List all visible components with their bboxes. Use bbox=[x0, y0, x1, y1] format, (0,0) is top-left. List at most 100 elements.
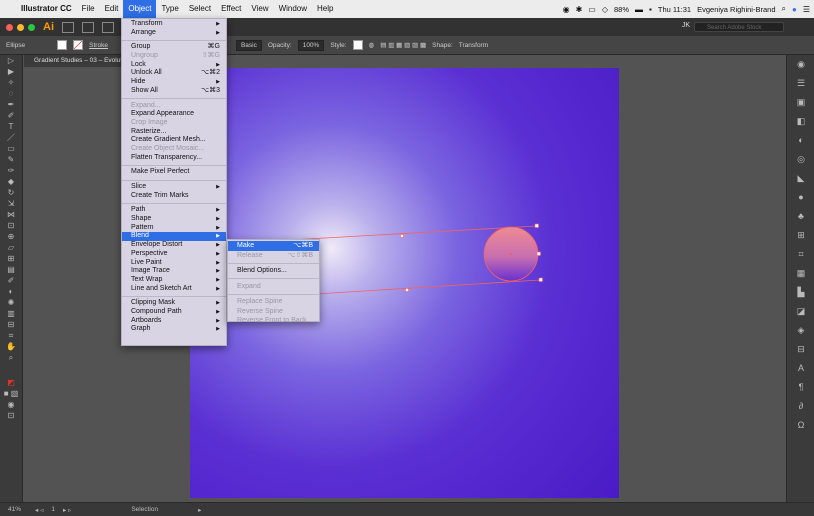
object-menu-item-graph[interactable]: Graph ▶ bbox=[122, 325, 226, 334]
submenu-arrow-icon: ▶ bbox=[216, 242, 220, 249]
menu-item-label: Transform bbox=[131, 20, 163, 27]
menu-item-label: Make Pixel Perfect bbox=[131, 168, 190, 176]
menu-item-label: Rasterize... bbox=[131, 127, 167, 135]
bounding-box-handle[interactable] bbox=[538, 277, 543, 282]
object-menu-item-clipping-mask[interactable]: Clipping Mask ▶ bbox=[122, 299, 226, 308]
menu-item-label: Create Object Mosaic... bbox=[131, 144, 205, 152]
object-menu-item-create-trim-marks[interactable]: Create Trim Marks bbox=[122, 192, 226, 201]
object-menu-item-perspective[interactable]: Perspective ▶ bbox=[122, 250, 226, 259]
menu-item-label: Expand... bbox=[131, 101, 161, 109]
submenu-arrow-icon: ▶ bbox=[216, 207, 220, 214]
menu-item-label: Create Gradient Mesh... bbox=[131, 136, 206, 144]
object-menu: Transform ▶ Arrange ▶ Group ⌘G Ungroup ⇧⌘G Lock ▶… bbox=[121, 18, 227, 346]
menu-separator bbox=[228, 262, 319, 264]
menu-item-shortcut: ⌥⌘2 bbox=[201, 69, 220, 77]
submenu-arrow-icon: ▶ bbox=[216, 184, 220, 190]
blend-menu-item-replace-spine: Replace Spine bbox=[228, 297, 319, 307]
menu-separator bbox=[228, 278, 319, 279]
menu-item-label: Path bbox=[131, 206, 146, 214]
menu-item-shortcut: ⌥⌘3 bbox=[201, 86, 220, 94]
object-menu-item-make-pixel-perfect[interactable]: Make Pixel Perfect bbox=[122, 168, 226, 177]
status-bar: 41% ◂ ◃ 1 ▸ ▹ Selection ▸ bbox=[0, 502, 814, 516]
menu-item-label: Ungroup bbox=[131, 52, 158, 60]
menu-separator bbox=[122, 164, 226, 166]
object-menu-item-flatten-transparency[interactable]: Flatten Transparency... bbox=[122, 154, 226, 163]
menu-item-shortcut: ⌥⌘B bbox=[293, 242, 313, 249]
anchor-point[interactable] bbox=[399, 233, 405, 239]
object-menu-item-blend[interactable]: Blend ▶ bbox=[122, 232, 226, 242]
menu-item-label: Compound Path bbox=[131, 307, 182, 315]
menu-item-label: Artboards bbox=[131, 316, 162, 324]
blend-submenu: Make ⌥⌘B Release ⌥⇧⌘B Blend Options... Expand… bbox=[227, 239, 320, 324]
object-menu-item-create-object-mosaic: Create Object Mosaic... bbox=[122, 145, 226, 154]
object-menu-item-artboards[interactable]: Artboards ▶ bbox=[122, 317, 226, 326]
object-menu-item-envelope-distort[interactable]: Envelope Distort ▶ bbox=[122, 241, 226, 250]
object-menu-item-crop-image: Crop Image bbox=[122, 119, 226, 128]
object-menu-item-group[interactable]: Group ⌘G bbox=[122, 43, 226, 52]
menu-item-label: Reverse Front to Back bbox=[237, 317, 307, 324]
bounding-box-handle[interactable] bbox=[536, 251, 541, 256]
menu-item-label: Make bbox=[237, 242, 255, 249]
submenu-arrow-icon: ▶ bbox=[216, 285, 220, 292]
menu-item-label: Group bbox=[131, 43, 151, 51]
menu-item-label: Line and Sketch Art bbox=[131, 284, 192, 292]
object-menu-item-slice[interactable]: Slice ▶ bbox=[122, 183, 226, 192]
menu-item-shortcut: ⌘G bbox=[207, 43, 220, 51]
submenu-arrow-icon: ▶ bbox=[216, 250, 220, 257]
artboard-navigator-icon[interactable]: ◂ ◃ bbox=[35, 506, 43, 514]
object-menu-item-image-trace[interactable]: Image Trace ▶ bbox=[122, 267, 226, 276]
menu-item-label: Replace Spine bbox=[237, 298, 283, 305]
menu-item-label: Flatten Transparency... bbox=[131, 153, 203, 161]
object-menu-item-live-paint[interactable]: Live Paint ▶ bbox=[122, 259, 226, 268]
object-menu-item-arrange[interactable]: Arrange ▶ bbox=[122, 29, 226, 38]
menu-item-label: Pattern bbox=[131, 223, 154, 231]
menu-item-label: Live Paint bbox=[131, 258, 162, 266]
status-menu-icon[interactable]: ▸ bbox=[198, 506, 201, 514]
blend-menu-item-make[interactable]: Make ⌥⌘B bbox=[228, 241, 319, 251]
menu-item-label: Envelope Distort bbox=[131, 241, 183, 249]
submenu-arrow-icon: ▶ bbox=[216, 216, 220, 223]
menu-separator bbox=[228, 293, 319, 295]
menu-item-label: Arrange bbox=[131, 28, 156, 36]
menu-item-label: Shape bbox=[131, 215, 152, 223]
submenu-arrow-icon: ▶ bbox=[216, 224, 220, 231]
artboard-next-icon[interactable]: ▸ ▹ bbox=[63, 506, 71, 514]
object-menu-item-hide[interactable]: Hide ▶ bbox=[122, 78, 226, 87]
object-menu-item-rasterize[interactable]: Rasterize... bbox=[122, 128, 226, 137]
bounding-box-handle[interactable] bbox=[534, 223, 539, 228]
current-tool-status[interactable]: Selection bbox=[131, 506, 158, 513]
blend-menu-item-expand: Expand bbox=[228, 282, 319, 292]
object-menu-item-expand-appearance[interactable]: Expand Appearance bbox=[122, 110, 226, 119]
menu-separator bbox=[122, 295, 226, 297]
submenu-arrow-icon: ▶ bbox=[216, 308, 220, 315]
object-menu-item-unlock-all[interactable]: Unlock All ⌥⌘2 bbox=[122, 69, 226, 78]
object-menu-item-compound-path[interactable]: Compound Path ▶ bbox=[122, 308, 226, 317]
submenu-arrow-icon: ▶ bbox=[216, 21, 220, 27]
menu-item-shortcut: ⇧⌘G bbox=[201, 52, 220, 60]
object-menu-item-text-wrap[interactable]: Text Wrap ▶ bbox=[122, 276, 226, 285]
object-menu-item-line-and-sketch-art[interactable]: Line and Sketch Art ▶ bbox=[122, 285, 226, 294]
object-menu-item-show-all[interactable]: Show All ⌥⌘3 bbox=[122, 87, 226, 96]
object-menu-item-create-gradient-mesh[interactable]: Create Gradient Mesh... bbox=[122, 136, 226, 145]
blend-menu-item-reverse-front-to-back: Reverse Front to Back bbox=[228, 316, 319, 326]
menu-item-label: Crop Image bbox=[131, 118, 168, 126]
submenu-arrow-icon: ▶ bbox=[216, 233, 220, 240]
menu-item-label: Text Wrap bbox=[131, 275, 163, 283]
object-menu-item-transform[interactable]: Transform ▶ bbox=[122, 20, 226, 29]
submenu-arrow-icon: ▶ bbox=[216, 268, 220, 275]
zoom-level[interactable]: 41% bbox=[8, 506, 21, 513]
blend-menu-item-reverse-spine: Reverse Spine bbox=[228, 307, 319, 317]
object-menu-item-shape[interactable]: Shape ▶ bbox=[122, 215, 226, 224]
object-menu-item-path[interactable]: Path ▶ bbox=[122, 206, 226, 215]
submenu-arrow-icon: ▶ bbox=[216, 29, 220, 36]
menu-separator bbox=[122, 39, 226, 41]
menu-item-label: Hide bbox=[131, 78, 146, 86]
anchor-point[interactable] bbox=[404, 287, 410, 293]
object-menu-item-pattern[interactable]: Pattern ▶ bbox=[122, 224, 226, 233]
menu-item-label: Image Trace bbox=[131, 267, 170, 275]
artboard-number[interactable]: 1 bbox=[51, 506, 55, 513]
blend-menu-item-blend-options[interactable]: Blend Options... bbox=[228, 266, 319, 276]
menu-item-label: Expand bbox=[237, 282, 261, 290]
submenu-arrow-icon: ▶ bbox=[216, 326, 220, 333]
submenu-arrow-icon: ▶ bbox=[216, 300, 220, 307]
